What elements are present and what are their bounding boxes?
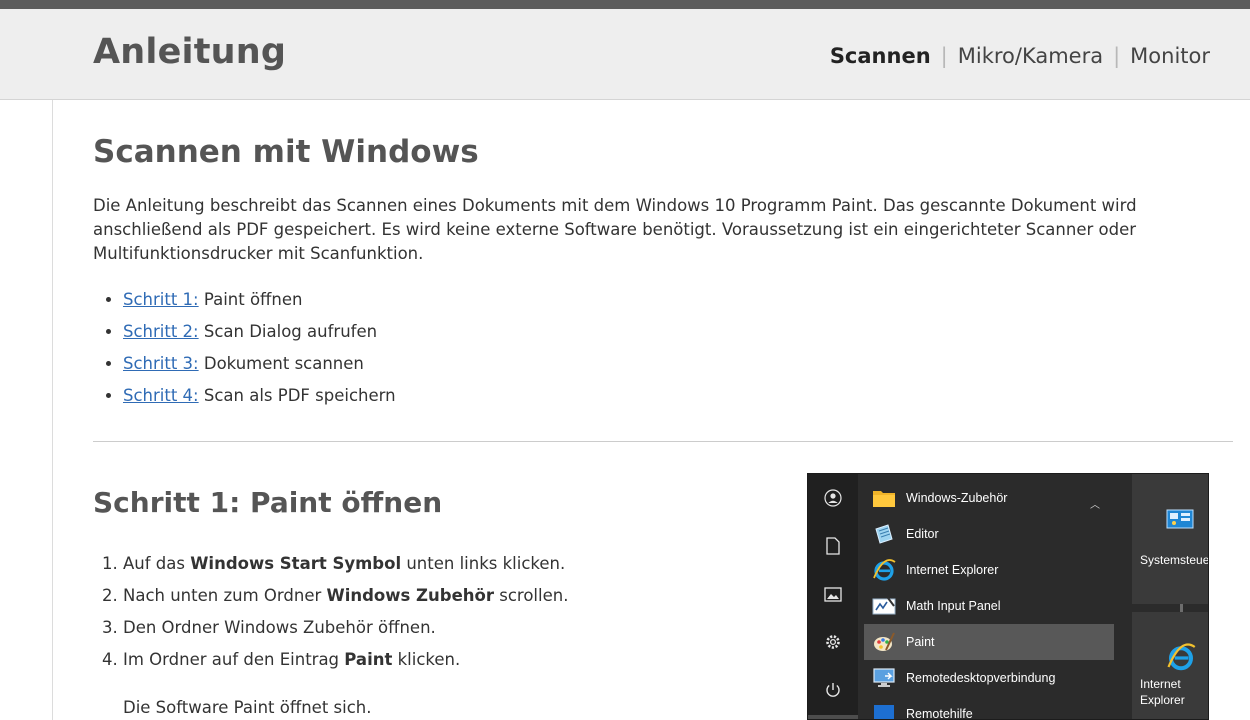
math-input-icon bbox=[870, 592, 898, 620]
main-nav: Scannen | Mikro/Kamera | Monitor bbox=[830, 44, 1210, 68]
app-label: Paint bbox=[906, 635, 935, 649]
instruction-text: scrollen. bbox=[494, 586, 569, 605]
site-header: Anleitung Scannen | Mikro/Kamera | Monit… bbox=[0, 9, 1250, 100]
instruction-item: Nach unten zum Ordner Windows Zubehör sc… bbox=[123, 584, 568, 616]
step-4-text: Scan als PDF speichern bbox=[198, 386, 396, 405]
start-menu-screenshot: Windows-Zubehör ︿ Editor Internet Explor… bbox=[807, 473, 1209, 720]
list-item: Schritt 1: Paint öffnen bbox=[123, 288, 396, 320]
instruction-bold: Paint bbox=[344, 650, 393, 669]
power-icon bbox=[823, 680, 843, 700]
app-math-input-panel[interactable]: Math Input Panel bbox=[864, 588, 1114, 624]
step-3-text: Dokument scannen bbox=[198, 354, 364, 373]
step-2-link[interactable]: Schritt 2: bbox=[123, 322, 199, 341]
chevron-up-icon: ︿ bbox=[1090, 500, 1100, 511]
folder-windows-zubehoer[interactable]: Windows-Zubehör ︿ bbox=[864, 480, 1114, 516]
section-divider bbox=[93, 441, 1233, 442]
instruction-bold: Windows Zubehör bbox=[326, 586, 495, 605]
nav-separator: | bbox=[940, 44, 948, 68]
step-1-link[interactable]: Schritt 1: bbox=[123, 290, 199, 309]
list-item: Schritt 4: Scan als PDF speichern bbox=[123, 384, 396, 416]
app-label: Remotedesktopverbindung bbox=[906, 671, 1056, 685]
paint-icon bbox=[870, 628, 898, 656]
nav-scannen[interactable]: Scannen bbox=[830, 44, 931, 68]
intro-paragraph: Die Anleitung beschreibt das Scannen ein… bbox=[93, 196, 1137, 263]
nav-separator: | bbox=[1113, 44, 1121, 68]
step-3-link[interactable]: Schritt 3: bbox=[123, 354, 199, 373]
top-bar bbox=[0, 0, 1250, 9]
user-icon bbox=[823, 488, 843, 508]
internet-explorer-icon bbox=[870, 556, 898, 584]
app-label: Remotehilfe bbox=[906, 707, 973, 720]
start-menu-rail bbox=[808, 474, 858, 719]
instruction-text: unten links klicken. bbox=[401, 554, 566, 573]
step-list: Schritt 1: Paint öffnen Schritt 2: Scan … bbox=[123, 288, 396, 416]
nav-monitor[interactable]: Monitor bbox=[1130, 44, 1210, 68]
list-item: Schritt 2: Scan Dialog aufrufen bbox=[123, 320, 396, 352]
remote-desktop-icon bbox=[870, 664, 898, 692]
app-remotehilfe[interactable]: Remotehilfe bbox=[864, 696, 1114, 720]
step-1-text: Paint öffnen bbox=[198, 290, 303, 309]
start-button-area bbox=[808, 715, 858, 719]
app-label: Internet Explorer bbox=[906, 563, 999, 577]
remote-assistance-icon bbox=[870, 700, 898, 719]
page-title: Scannen mit Windows bbox=[93, 134, 479, 170]
instruction-item: Im Ordner auf den Eintrag Paint klicken. bbox=[123, 648, 568, 680]
notepad-icon bbox=[870, 520, 898, 548]
site-title[interactable]: Anleitung bbox=[93, 32, 286, 72]
settings-icon bbox=[823, 632, 843, 652]
tile-internet-explorer[interactable]: Internet Explorer bbox=[1132, 612, 1208, 719]
instruction-item: Auf das Windows Start Symbol unten links… bbox=[123, 552, 568, 584]
instruction-text: klicken. bbox=[392, 650, 461, 669]
tile-label: Explorer bbox=[1140, 693, 1185, 707]
app-paint[interactable]: Paint bbox=[864, 624, 1114, 660]
tile-label: Internet bbox=[1140, 677, 1181, 691]
step-1-heading: Schritt 1: Paint öffnen bbox=[93, 486, 443, 519]
instruction-bold: Windows Start Symbol bbox=[190, 554, 402, 573]
app-list: Windows-Zubehör ︿ Editor Internet Explor… bbox=[864, 474, 1183, 720]
step-2-text: Scan Dialog aufrufen bbox=[198, 322, 378, 341]
folder-label: Windows-Zubehör bbox=[906, 491, 1008, 505]
app-label: Editor bbox=[906, 527, 939, 541]
control-panel-icon bbox=[1166, 508, 1194, 535]
instruction-item: Den Ordner Windows Zubehör öffnen. bbox=[123, 616, 568, 648]
instruction-text: Im Ordner auf den Eintrag bbox=[123, 650, 345, 669]
nav-mikro-kamera[interactable]: Mikro/Kamera bbox=[958, 44, 1103, 68]
document-icon bbox=[823, 536, 843, 556]
instruction-list: Auf das Windows Start Symbol unten links… bbox=[123, 552, 568, 680]
tile-systemsteuerung[interactable]: Systemsteuer bbox=[1132, 474, 1209, 604]
pictures-icon bbox=[823, 584, 843, 604]
app-label: Math Input Panel bbox=[906, 599, 1001, 613]
result-text: Die Software Paint öffnet sich. bbox=[123, 698, 372, 717]
internet-explorer-icon bbox=[1166, 642, 1196, 675]
instruction-text: Den Ordner Windows Zubehör öffnen. bbox=[123, 618, 436, 637]
instruction-text: Nach unten zum Ordner bbox=[123, 586, 327, 605]
list-item: Schritt 3: Dokument scannen bbox=[123, 352, 396, 384]
left-border-line bbox=[52, 100, 53, 720]
app-remotedesktopverbindung[interactable]: Remotedesktopverbindung bbox=[864, 660, 1114, 696]
instruction-text: Auf das bbox=[123, 554, 191, 573]
app-editor[interactable]: Editor bbox=[864, 516, 1114, 552]
tile-label: Systemsteuer bbox=[1140, 553, 1209, 567]
app-internet-explorer[interactable]: Internet Explorer bbox=[864, 552, 1114, 588]
folder-icon bbox=[870, 484, 898, 512]
step-4-link[interactable]: Schritt 4: bbox=[123, 386, 199, 405]
